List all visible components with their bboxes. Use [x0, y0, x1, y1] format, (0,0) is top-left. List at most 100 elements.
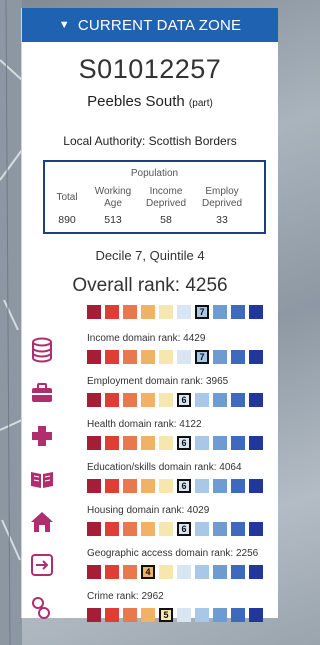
decile-cell	[123, 479, 137, 493]
decile-cell	[249, 393, 263, 407]
house-icon[interactable]	[29, 509, 55, 535]
decile-cell-selected: 6	[177, 436, 191, 450]
decile-cell	[231, 565, 245, 579]
decile-cell	[123, 393, 137, 407]
decile-strip: 6	[87, 479, 267, 493]
local-authority: Local Authority: Scottish Borders	[63, 134, 237, 148]
decile-cell	[195, 565, 209, 579]
decile-cell	[213, 565, 227, 579]
decile-cell	[231, 436, 245, 450]
health-cross-icon[interactable]	[29, 423, 55, 449]
decile-cell	[231, 393, 245, 407]
decile-cell-selected: 4	[141, 565, 155, 579]
decile-cell	[249, 522, 263, 536]
decile-cell	[141, 608, 155, 622]
caret-down-icon: ▼	[58, 19, 70, 31]
decile-cell	[195, 479, 209, 493]
decile-strip: 6	[87, 522, 267, 536]
decile-cell	[105, 350, 119, 364]
decile-strip: 5	[87, 608, 267, 622]
decile-cell	[231, 522, 245, 536]
decile-cell	[105, 393, 119, 407]
current-data-zone-toggle[interactable]: ▼ CURRENT DATA ZONE	[22, 8, 278, 42]
decile-cell	[231, 305, 245, 319]
decile-cell	[123, 565, 137, 579]
domain-rank-label: Income domain rank: 4429	[87, 333, 206, 344]
decile-cell	[87, 305, 101, 319]
decile-cell	[231, 479, 245, 493]
decile-cell	[249, 608, 263, 622]
decile-cell	[249, 436, 263, 450]
decile-cell-selected: 7	[195, 305, 209, 319]
decile-cell	[105, 565, 119, 579]
decile-cell	[159, 436, 173, 450]
decile-cell	[195, 393, 209, 407]
decile-cell	[195, 608, 209, 622]
pop-value-employ-deprived: 33	[216, 214, 228, 226]
population-title: Population	[130, 168, 179, 179]
decile-strip: 4	[87, 565, 267, 579]
decile-cell	[105, 479, 119, 493]
decile-cell	[141, 393, 155, 407]
decile-cell	[87, 522, 101, 536]
pop-label-income-deprived: Income Deprived	[145, 186, 187, 209]
decile-cell	[87, 479, 101, 493]
decile-cell	[177, 305, 191, 319]
decile-strip: 6	[87, 436, 267, 450]
domain-rank-label: Employment domain rank: 3965	[87, 376, 229, 387]
domain-rank-list: 7 Income domain rank: 4429 7 Employment dom…	[22, 297, 278, 627]
decile-cell	[249, 350, 263, 364]
decile-cell	[159, 305, 173, 319]
decile-cell-selected: 6	[177, 522, 191, 536]
decile-cell	[123, 350, 137, 364]
decile-quintile-text: Decile 7, Quintile 4	[95, 248, 205, 263]
decile-strip: 7	[87, 350, 267, 364]
decile-cell	[159, 479, 173, 493]
briefcase-icon[interactable]	[29, 380, 55, 406]
pop-value-working-age: 513	[104, 214, 122, 226]
database-icon[interactable]	[29, 337, 55, 363]
domain-rank-label: Health domain rank: 4122	[87, 419, 202, 430]
decile-cell-selected: 6	[177, 479, 191, 493]
domain-rank-label: Education/skills domain rank: 4064	[87, 462, 242, 473]
zone-name-text: Peebles South	[87, 93, 185, 110]
pop-value-total: 890	[58, 214, 76, 226]
overall-rank: Overall rank: 4256	[72, 275, 228, 296]
decile-cell	[159, 393, 173, 407]
decile-cell	[159, 565, 173, 579]
pop-label-working-age: Working Age	[94, 186, 132, 209]
decile-cell	[123, 522, 137, 536]
decile-cell	[159, 522, 173, 536]
decile-strip: 6	[87, 393, 267, 407]
decile-cell-selected: 7	[195, 350, 209, 364]
decile-cell	[141, 350, 155, 364]
decile-cell	[213, 608, 227, 622]
handcuffs-icon[interactable]	[29, 595, 55, 621]
domain-rank-label: Housing domain rank: 4029	[87, 505, 210, 516]
decile-cell	[213, 479, 227, 493]
decile-cell	[105, 608, 119, 622]
decile-cell	[87, 436, 101, 450]
decile-cell-selected: 5	[159, 608, 173, 622]
decile-cell	[231, 350, 245, 364]
decile-cell	[141, 522, 155, 536]
open-book-icon[interactable]	[29, 466, 55, 492]
population-box: Population Total Working Age Income Depr…	[43, 160, 266, 234]
decile-cell	[141, 436, 155, 450]
decile-cell	[213, 436, 227, 450]
decile-cell	[123, 436, 137, 450]
pop-label-total: Total	[56, 192, 78, 203]
map-background	[0, 0, 22, 645]
decile-cell	[195, 436, 209, 450]
decile-cell	[177, 608, 191, 622]
decile-cell	[141, 305, 155, 319]
decile-cell	[177, 350, 191, 364]
pop-label-employ-deprived: Employ Deprived	[201, 186, 243, 209]
decile-cell	[123, 305, 137, 319]
decile-cell	[249, 565, 263, 579]
sign-in-arrow-icon[interactable]	[29, 552, 55, 578]
pop-value-income-deprived: 58	[160, 214, 172, 226]
data-zone-code: S01012257	[78, 54, 222, 84]
zone-name-suffix: (part)	[188, 98, 213, 109]
decile-cell	[105, 522, 119, 536]
